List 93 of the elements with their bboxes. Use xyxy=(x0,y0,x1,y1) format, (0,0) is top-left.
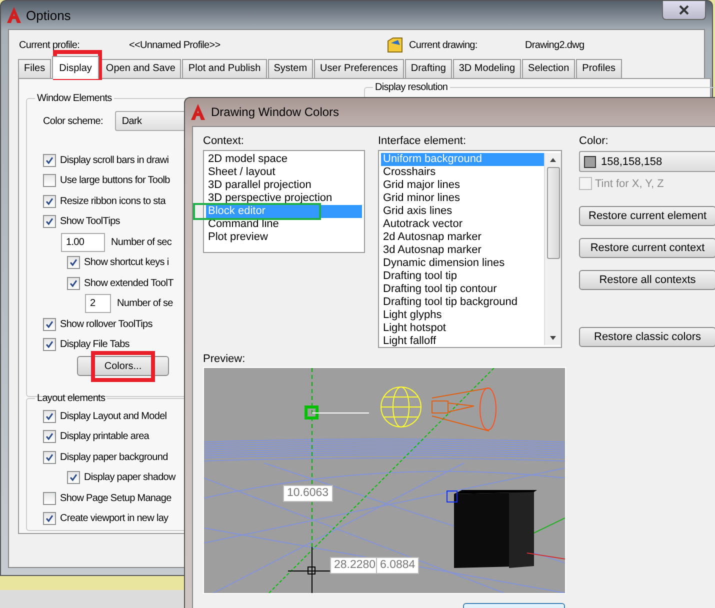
list-item[interactable]: Light falloff xyxy=(381,335,544,348)
tab[interactable]: Drafting xyxy=(404,59,452,78)
tab[interactable]: Profiles xyxy=(576,59,622,78)
checkbox[interactable] xyxy=(43,215,56,228)
checkbox[interactable] xyxy=(67,256,80,270)
checkbox[interactable] xyxy=(43,410,56,423)
checkbox-label: Show ToolTips xyxy=(60,216,120,228)
list-item[interactable]: Drafting tool tip background xyxy=(381,296,544,309)
restore-button[interactable]: Restore current element xyxy=(579,206,715,226)
input-field[interactable]: 1.00 xyxy=(61,232,105,252)
list-item[interactable]: Autotrack vector xyxy=(381,218,544,231)
checkbox[interactable] xyxy=(43,174,56,188)
list-item[interactable]: Light hotspot xyxy=(381,322,544,335)
checkbox[interactable] xyxy=(67,276,80,290)
list-item[interactable]: 3d Autosnap marker xyxy=(381,244,544,257)
close-icon xyxy=(679,5,689,15)
restore-button[interactable]: Restore current context xyxy=(579,238,715,258)
checkbox-label: Display printable area xyxy=(60,431,150,442)
restore-button[interactable]: Restore classic colors xyxy=(579,327,715,347)
close-button[interactable] xyxy=(662,1,706,20)
checkbox-label: Show rollover ToolTips xyxy=(60,318,152,330)
list-item[interactable]: Command line xyxy=(206,218,362,231)
colors-button[interactable]: Colors... xyxy=(77,356,169,376)
drawing-file-icon xyxy=(387,37,403,53)
tab[interactable]: System xyxy=(268,59,314,78)
checkbox-label: Show shortcut keys i xyxy=(84,257,169,268)
tab[interactable]: Selection xyxy=(522,59,576,78)
tab[interactable]: Open and Save xyxy=(100,59,182,78)
checkbox-label: Show extended ToolT xyxy=(84,278,174,289)
group-title: Display resolution xyxy=(374,82,449,93)
checkbox-label: Display paper shadow xyxy=(84,472,176,484)
window-title: Options xyxy=(26,8,71,22)
checkbox[interactable] xyxy=(43,430,56,444)
dimension-tooltip: 10.6063 xyxy=(283,485,333,502)
checkbox[interactable] xyxy=(43,492,56,505)
tab[interactable]: Display xyxy=(52,56,99,79)
list-item[interactable]: Sheet / layout xyxy=(206,166,362,179)
tab[interactable]: User Preferences xyxy=(314,59,404,78)
restore-button[interactable]: Restore all contexts xyxy=(579,270,715,290)
list-item[interactable]: Crosshairs xyxy=(381,166,544,179)
field-label: Number of sec xyxy=(111,236,172,248)
dimension-tooltip: 6.0884 xyxy=(376,557,420,574)
tab[interactable]: Plot and Publish xyxy=(182,59,267,78)
checkbox[interactable] xyxy=(43,450,56,464)
list-label: Interface element: xyxy=(378,135,468,149)
list-item[interactable]: Plot preview xyxy=(206,231,362,244)
annotation-frame xyxy=(53,50,102,80)
checkbox[interactable] xyxy=(43,318,56,331)
list-label: Context: xyxy=(203,135,245,149)
list-item[interactable]: Drafting tool tip xyxy=(381,270,544,283)
field-label: Number of se xyxy=(117,298,173,310)
list-item[interactable]: 3D parallel projection xyxy=(206,179,362,192)
list-item[interactable]: Grid axis lines xyxy=(381,205,544,218)
checkbox-label: Use large buttons for Toolb xyxy=(60,175,170,186)
color-dropdown[interactable]: 158,158,158 xyxy=(579,151,715,172)
app-logo-icon xyxy=(7,7,21,23)
list-item[interactable]: 2d Autosnap marker xyxy=(381,231,544,244)
checkbox[interactable] xyxy=(43,338,56,352)
preview-label: Preview: xyxy=(203,353,246,367)
checkbox-label: Resize ribbon icons to sta xyxy=(60,196,166,207)
scrollbar[interactable] xyxy=(544,153,561,345)
list-item[interactable]: Light glyphs xyxy=(381,309,544,322)
checkbox-label: Display File Tabs xyxy=(60,339,130,350)
checkbox-label: Display Layout and Model xyxy=(60,410,167,422)
list-item[interactable]: 3D perspective projection xyxy=(206,192,362,205)
field-label: Color scheme: xyxy=(43,116,103,126)
drawing-name: Drawing2.dwg xyxy=(525,40,584,50)
tab[interactable]: Files xyxy=(18,59,52,78)
checkbox-label: Display paper background xyxy=(60,452,168,463)
checkbox-label: Create viewport in new lay xyxy=(60,513,168,524)
checkbox[interactable] xyxy=(43,512,56,526)
list-item[interactable]: Dynamic dimension lines xyxy=(381,257,544,270)
list-item[interactable]: 2D model space xyxy=(206,153,362,166)
annotation-frame xyxy=(91,351,155,382)
list-item[interactable]: Drafting tool tip contour xyxy=(381,283,544,296)
profile-name: <<Unnamed Profile>> xyxy=(129,40,222,50)
field-label: Color: xyxy=(579,135,610,149)
checkbox[interactable] xyxy=(43,154,56,167)
checkbox-label: Show Page Setup Manage xyxy=(60,492,172,504)
dialog-title: Drawing Window Colors xyxy=(211,105,340,119)
list-item[interactable]: Grid minor lines xyxy=(381,192,544,205)
input-field[interactable]: 2 xyxy=(85,294,111,314)
profile-label: Current profile: xyxy=(19,40,81,50)
group-title: Window Elements xyxy=(36,93,113,104)
checkbox[interactable] xyxy=(43,194,56,208)
group-title: Layout elements xyxy=(36,393,106,404)
checkbox-label: Display scroll bars in drawi xyxy=(60,154,169,166)
drawing-label: Current drawing: xyxy=(409,40,478,50)
app-logo-icon xyxy=(191,104,205,120)
tab[interactable]: 3D Modeling xyxy=(452,59,522,78)
checkbox-label: Tint for X, Y, Z xyxy=(595,178,664,190)
checkbox[interactable] xyxy=(67,471,80,484)
list-item[interactable]: Grid major lines xyxy=(381,179,544,192)
